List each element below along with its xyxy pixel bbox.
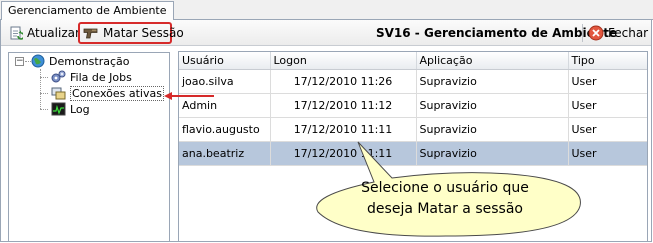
tree-node-label: Demonstração	[49, 54, 130, 68]
pistol-icon	[83, 28, 98, 39]
tab-gerenciamento-ambiente[interactable]: Gerenciamento de Ambiente	[1, 1, 174, 21]
column-header-aplicacao[interactable]: Aplicação	[416, 52, 569, 70]
annotation-arrow	[164, 92, 214, 100]
callout-line-2: deseja Matar a sessão	[367, 201, 523, 217]
tree-panel: − Demonstração Fila de Jobs Conexões ati…	[8, 52, 170, 242]
refresh-icon	[10, 26, 23, 40]
globe-icon	[31, 54, 45, 68]
tree-node-label: Conexões ativas	[70, 85, 164, 101]
column-header-tipo[interactable]: Tipo	[568, 52, 647, 70]
tree-connector	[40, 77, 48, 78]
table-row[interactable]: joao.silva 17/12/2010 11:26 Supravizio U…	[179, 69, 647, 94]
tree-node-demonstracao[interactable]: Demonstração	[31, 53, 129, 69]
tree-node-label: Fila de Jobs	[70, 70, 132, 84]
cell-tipo: User	[568, 69, 647, 94]
cell-logon: 17/12/2010 11:12	[270, 93, 417, 118]
table-row[interactable]: Admin 17/12/2010 11:12 Supravizio User	[179, 93, 647, 118]
tree-node-label: Log	[70, 102, 90, 116]
cell-usuario: joao.silva	[179, 69, 271, 94]
tree-connector	[40, 93, 48, 94]
gears-icon	[51, 70, 66, 83]
tree-connector	[40, 109, 48, 110]
kill-session-label: Matar Sessão	[103, 26, 184, 40]
cell-tipo: User	[568, 93, 647, 118]
tree-connector	[40, 69, 41, 109]
callout-line-1: Selecione o usuário que	[361, 180, 529, 196]
tree-node-log[interactable]: Log	[51, 101, 90, 117]
cell-logon: 17/12/2010 11:26	[270, 69, 417, 94]
refresh-button[interactable]: Atualizar	[9, 23, 80, 43]
page-title: SV16 - Gerenciamento de Ambiente	[376, 26, 618, 40]
tree-node-conexoes-ativas[interactable]: Conexões ativas	[51, 85, 164, 101]
cell-usuario: ana.beatriz	[179, 141, 271, 166]
connections-icon	[51, 87, 66, 100]
close-icon	[588, 25, 604, 41]
cell-usuario: flavio.augusto	[179, 117, 271, 142]
close-label: Fechar	[608, 26, 649, 40]
tree-expander[interactable]: −	[15, 57, 24, 66]
toolbar-separator	[582, 24, 583, 42]
close-button[interactable]: Fechar	[588, 23, 648, 43]
tree-node-fila-de-jobs[interactable]: Fila de Jobs	[51, 69, 132, 85]
cell-aplicacao: Supravizio	[416, 93, 569, 118]
toolbar: Atualizar Matar Sessão SV16 - Gerenciame…	[1, 20, 651, 46]
cell-aplicacao: Supravizio	[416, 69, 569, 94]
kill-session-button[interactable]: Matar Sessão	[83, 23, 184, 43]
table-header-row: Usuário Logon Aplicação Tipo	[179, 52, 647, 70]
refresh-label: Atualizar	[27, 26, 80, 40]
annotation-callout-text: Selecione o usuário que deseja Matar a s…	[350, 178, 540, 220]
log-monitor-icon	[51, 102, 66, 116]
tab-strip: Gerenciamento de Ambiente	[0, 0, 653, 21]
column-header-usuario[interactable]: Usuário	[179, 52, 271, 70]
column-header-logon[interactable]: Logon	[270, 52, 417, 70]
